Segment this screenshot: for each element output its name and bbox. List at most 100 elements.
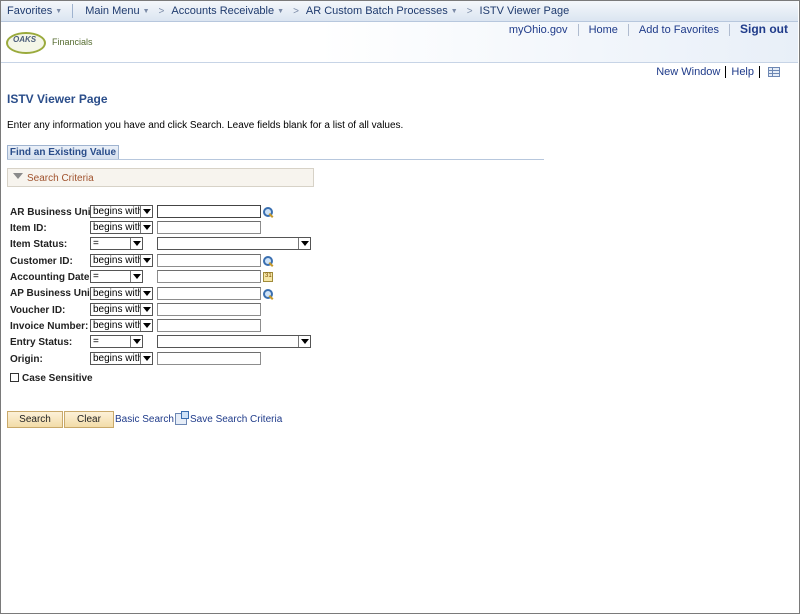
breadcrumb-accounts-receivable[interactable]: Accounts Receivable ▼ bbox=[171, 5, 284, 17]
new-window-link[interactable]: New Window bbox=[656, 66, 720, 78]
clear-button[interactable]: Clear bbox=[64, 411, 114, 428]
ap-business-unit-label: AP Business Unit: bbox=[10, 288, 97, 299]
item-id-input[interactable] bbox=[157, 221, 261, 234]
page-link-divider bbox=[725, 66, 727, 78]
calendar-icon[interactable]: 31 bbox=[263, 272, 273, 282]
header-links: myOhio.gov Home Add to Favorites Sign ou… bbox=[509, 22, 788, 36]
customer-id-label: Customer ID: bbox=[10, 256, 73, 267]
myohio-link[interactable]: myOhio.gov bbox=[509, 24, 568, 36]
breadcrumb-ar-custom-batch[interactable]: AR Custom Batch Processes ▼ bbox=[306, 5, 458, 17]
accounting-date-input[interactable] bbox=[157, 270, 261, 283]
dropdown-arrow-icon bbox=[130, 271, 142, 282]
item-id-operator[interactable]: begins with bbox=[90, 221, 153, 234]
header-divider bbox=[729, 24, 730, 36]
operator-value: begins with bbox=[93, 222, 144, 233]
case-sensitive-label: Case Sensitive bbox=[22, 373, 93, 384]
ar-business-unit-label: AR Business Unit: bbox=[10, 207, 98, 218]
logo-oaks-text: OAKS bbox=[13, 35, 37, 44]
accounting-date-label: Accounting Date: bbox=[10, 272, 93, 283]
operator-value: begins with bbox=[93, 206, 144, 217]
save-search-criteria-link[interactable]: Save Search Criteria bbox=[190, 414, 282, 425]
operator-value: begins with bbox=[93, 304, 144, 315]
item-status-operator[interactable]: = bbox=[90, 237, 143, 250]
voucher-id-operator[interactable]: begins with bbox=[90, 303, 153, 316]
origin-operator[interactable]: begins with bbox=[90, 352, 153, 365]
entry-status-select[interactable] bbox=[157, 335, 311, 348]
origin-label: Origin: bbox=[10, 354, 43, 365]
chevron-down-icon: ▼ bbox=[277, 7, 285, 15]
search-criteria-label: Search Criteria bbox=[27, 173, 94, 184]
invoice-number-input[interactable] bbox=[157, 319, 261, 332]
page-title: ISTV Viewer Page bbox=[7, 92, 108, 106]
customer-id-operator[interactable]: begins with bbox=[90, 254, 153, 267]
dropdown-arrow-icon bbox=[140, 353, 152, 364]
breadcrumb-label: Accounts Receivable bbox=[171, 5, 275, 17]
dropdown-arrow-icon bbox=[140, 304, 152, 315]
ap-business-unit-input[interactable] bbox=[157, 287, 261, 300]
breadcrumb-arrow-icon: > bbox=[158, 5, 165, 17]
breadcrumb-label: AR Custom Batch Processes bbox=[305, 5, 448, 17]
dropdown-arrow-icon bbox=[130, 238, 142, 249]
calendar-icon-text: 31 bbox=[265, 273, 272, 279]
invoice-number-label: Invoice Number: bbox=[10, 321, 89, 332]
dropdown-arrow-icon bbox=[140, 222, 152, 233]
ar-business-unit-operator[interactable]: begins with bbox=[90, 205, 153, 218]
add-to-favorites-link[interactable]: Add to Favorites bbox=[639, 24, 719, 36]
nav-divider bbox=[72, 4, 74, 18]
dropdown-arrow-icon bbox=[130, 336, 142, 347]
dropdown-arrow-icon bbox=[140, 206, 152, 217]
operator-value: begins with bbox=[93, 255, 144, 266]
origin-input[interactable] bbox=[157, 352, 261, 365]
item-status-select[interactable] bbox=[157, 237, 311, 250]
operator-value: = bbox=[93, 336, 99, 347]
save-search-icon[interactable] bbox=[175, 411, 189, 425]
top-navigation-bar: Favorites ▼ Main Menu ▼ > Accounts Recei… bbox=[1, 1, 798, 22]
sign-out-link[interactable]: Sign out bbox=[740, 22, 788, 36]
collapse-triangle-icon bbox=[13, 173, 23, 179]
breadcrumb-arrow-icon: > bbox=[293, 5, 299, 17]
basic-search-link[interactable]: Basic Search bbox=[115, 414, 174, 425]
item-status-label: Item Status: bbox=[10, 239, 68, 250]
search-criteria-header[interactable]: Search Criteria bbox=[7, 168, 314, 187]
logo-financials-text: Financials bbox=[52, 37, 93, 47]
customize-page-icon[interactable] bbox=[768, 67, 780, 77]
instructions-text: Enter any information you have and click… bbox=[7, 120, 404, 131]
lookup-magnifier-icon[interactable] bbox=[263, 256, 274, 267]
breadcrumb-istv-viewer[interactable]: ISTV Viewer Page bbox=[480, 5, 570, 17]
ap-business-unit-operator[interactable]: begins with bbox=[90, 287, 153, 300]
lookup-magnifier-icon[interactable] bbox=[263, 207, 274, 218]
dropdown-arrow-icon bbox=[140, 255, 152, 266]
dropdown-arrow-icon bbox=[140, 320, 152, 331]
main-menu-label: Main Menu bbox=[85, 5, 140, 17]
item-id-label: Item ID: bbox=[10, 223, 47, 234]
operator-value: begins with bbox=[93, 320, 144, 331]
ar-business-unit-input[interactable] bbox=[157, 205, 261, 218]
tab-find-existing-value[interactable]: Find an Existing Value bbox=[7, 145, 119, 160]
entry-status-label: Entry Status: bbox=[10, 337, 73, 348]
voucher-id-input[interactable] bbox=[157, 303, 261, 316]
breadcrumb-arrow-icon: > bbox=[466, 5, 473, 17]
chevron-down-icon: ▼ bbox=[142, 7, 150, 15]
customer-id-input[interactable] bbox=[157, 254, 261, 267]
favorites-menu[interactable]: Favorites ▼ bbox=[7, 5, 62, 17]
operator-value: = bbox=[93, 238, 99, 249]
page-link-divider bbox=[759, 66, 760, 78]
invoice-number-operator[interactable]: begins with bbox=[90, 319, 153, 332]
header-band: OAKS Financials myOhio.gov Home Add to F… bbox=[1, 22, 798, 63]
lookup-magnifier-icon[interactable] bbox=[263, 289, 274, 300]
oaks-financials-logo: OAKS Financials bbox=[6, 30, 106, 58]
accounting-date-operator[interactable]: = bbox=[90, 270, 143, 283]
help-link[interactable]: Help bbox=[731, 66, 754, 78]
home-link[interactable]: Home bbox=[589, 24, 618, 36]
dropdown-arrow-icon bbox=[298, 238, 310, 249]
case-sensitive-checkbox[interactable] bbox=[10, 373, 19, 382]
favorites-label: Favorites bbox=[7, 5, 53, 17]
entry-status-operator[interactable]: = bbox=[90, 335, 143, 348]
chevron-down-icon: ▼ bbox=[450, 7, 458, 15]
operator-value: begins with bbox=[93, 288, 144, 299]
header-divider bbox=[577, 24, 579, 36]
main-menu[interactable]: Main Menu ▼ bbox=[85, 5, 149, 17]
search-button[interactable]: Search bbox=[7, 411, 63, 428]
operator-value: begins with bbox=[93, 353, 144, 364]
chevron-down-icon: ▼ bbox=[55, 7, 63, 15]
